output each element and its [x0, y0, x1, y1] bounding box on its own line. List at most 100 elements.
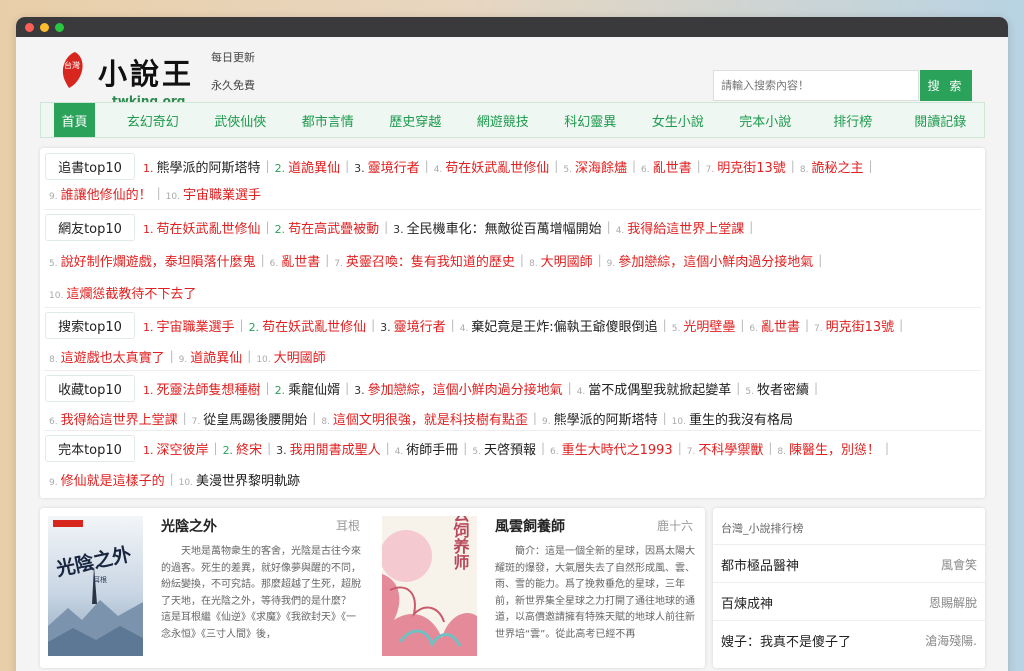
featured-book[interactable]: 光陰之外 耳根 光陰之外 耳根 天地是萬物衆生的客舍，光陰是古往今來的過客。死生… [40, 508, 372, 668]
ranking-entry[interactable]: 10. 美漫世界黎明軌跡 [179, 470, 300, 489]
ranking-title[interactable]: 參加戀綜，這個小鮮肉過分接地氣 [618, 255, 813, 270]
ranking-entry[interactable]: 3. 靈境行者 [380, 316, 446, 335]
ranking-entry[interactable]: 7. 英靈召喚：隻有我知道的歷史 [334, 251, 515, 270]
ranking-entry[interactable]: 3. 我用閒書成聖人 [276, 439, 381, 458]
ranking-entry[interactable]: 1. 宇宙職業選手 [143, 316, 235, 335]
ranking-entry[interactable]: 3. 靈境行者 [354, 157, 420, 176]
ranking-entry[interactable]: 8. 詭秘之主 [800, 157, 864, 176]
ranking-entry[interactable]: 1. 深空彼岸 [143, 439, 209, 458]
ranking-entry[interactable]: 8. 這個文明很強，就是科技樹有點歪 [321, 409, 528, 428]
book-cover[interactable]: 风云饲养师 [382, 516, 477, 656]
nav-item-9[interactable]: 排行榜 [809, 103, 897, 137]
ranking-entry[interactable]: 8. 大明國師 [529, 251, 593, 270]
ranking-entry[interactable]: 9. 參加戀綜，這個小鮮肉過分接地氣 [607, 251, 814, 270]
ranking-entry[interactable]: 8. 陳醫生，別慫！ [777, 439, 880, 458]
ranking-entry[interactable]: 4. 術師手冊 [395, 439, 459, 458]
ranking-entry[interactable]: 10. 大明國師 [256, 347, 325, 366]
ranking-title[interactable]: 這個文明很強，就是科技樹有點歪 [333, 413, 528, 428]
ranking-title[interactable]: 明克街13號 [717, 161, 786, 176]
ranking-title[interactable]: 宇宙職業選手 [183, 188, 261, 203]
ranking-title[interactable]: 說好制作爛遊戲，泰坦隕落什麼鬼 [61, 255, 256, 270]
ranking-title[interactable]: 天啓預報 [484, 443, 536, 458]
ranking-entry[interactable]: 10. 這爛慫截教待不下去了 [49, 283, 196, 302]
ranking-entry[interactable]: 5. 說好制作爛遊戲，泰坦隕落什麼鬼 [49, 251, 256, 270]
ranking-entry[interactable]: 2. 道詭異仙 [275, 157, 341, 176]
ranking-title[interactable]: 修仙就是這樣子的 [61, 474, 165, 489]
ranking-entry[interactable]: 2. 終宋 [223, 439, 263, 458]
ranking-title[interactable]: 棄妃竟是王炸:偏執王爺傻眼倒追 [471, 320, 657, 335]
sidebar-book-name[interactable]: 嫂子：我真不是傻子了 [721, 631, 851, 650]
ranking-entry[interactable]: 10. 重生的我沒有格局 [672, 409, 793, 428]
ranking-title[interactable]: 從皇馬踢後腰開始 [203, 413, 307, 428]
ranking-title[interactable]: 當不成偶聖我就掀起變革 [588, 383, 731, 398]
minimize-window-icon[interactable] [40, 22, 49, 32]
ranking-title[interactable]: 重生大時代之1993 [562, 443, 673, 458]
ranking-entry[interactable]: 7. 明克街13號 [814, 316, 894, 335]
ranking-title[interactable]: 終宋 [236, 443, 262, 458]
ranking-entry[interactable]: 4. 當不成偶聖我就掀起變革 [577, 379, 732, 398]
ranking-label[interactable]: 收藏top10 [45, 374, 135, 402]
ranking-entry[interactable]: 8. 這遊戲也太真實了 [49, 347, 165, 366]
ranking-title[interactable]: 乘龍仙婿 [288, 383, 340, 398]
ranking-title[interactable]: 我得給這世界上堂課 [61, 413, 178, 428]
ranking-title[interactable]: 死靈法師隻想種樹 [157, 383, 261, 398]
ranking-entry[interactable]: 3. 全民機車化：無敵從百萬增幅開始 [393, 218, 602, 237]
ranking-entry[interactable]: 7. 不科學禦獸 [687, 439, 764, 458]
sidebar-list-item[interactable]: 嫂子：我真不是傻子了 滄海殘陽. [713, 622, 985, 658]
ranking-title[interactable]: 深空彼岸 [157, 443, 209, 458]
ranking-entry[interactable]: 7. 明克街13號 [706, 157, 786, 176]
ranking-title[interactable]: 牧者密續 [757, 383, 809, 398]
ranking-label[interactable]: 搜索top10 [45, 311, 135, 339]
ranking-entry[interactable]: 4. 苟在妖武亂世修仙 [434, 157, 550, 176]
ranking-entry[interactable]: 1. 苟在妖武亂世修仙 [143, 218, 261, 237]
ranking-title[interactable]: 道詭異仙 [288, 161, 340, 176]
featured-book[interactable]: 风云饲养师 風雲飼養師 鹿十六 簡介：這是一個全新的星球，因爲太陽大耀斑的爆發，… [373, 508, 705, 668]
ranking-entry[interactable]: 6. 我得給這世界上堂課 [49, 409, 178, 428]
ranking-entry[interactable]: 9. 道詭異仙 [179, 347, 243, 366]
ranking-title[interactable]: 陳醫生，別慫！ [789, 443, 880, 458]
ranking-title[interactable]: 我用閒書成聖人 [290, 443, 381, 458]
ranking-entry[interactable]: 10. 宇宙職業選手 [166, 184, 261, 203]
ranking-title[interactable]: 這遊戲也太真實了 [61, 351, 165, 366]
ranking-entry[interactable]: 9. 修仙就是這樣子的 [49, 470, 165, 489]
ranking-title[interactable]: 大明國師 [274, 351, 326, 366]
ranking-entry[interactable]: 6. 亂世書 [270, 251, 321, 270]
nav-item-7[interactable]: 女生小說 [634, 103, 722, 137]
ranking-title[interactable]: 宇宙職業選手 [157, 320, 235, 335]
book-cover[interactable]: 光陰之外 耳根 [48, 516, 143, 656]
ranking-title[interactable]: 明克街13號 [826, 320, 895, 335]
ranking-entry[interactable]: 6. 重生大時代之1993 [550, 439, 673, 458]
ranking-entry[interactable]: 1. 熊學派的阿斯塔特 [143, 157, 261, 176]
ranking-title[interactable]: 我得給這世界上堂課 [627, 222, 744, 237]
nav-item-8[interactable]: 完本小說 [722, 103, 810, 137]
ranking-title[interactable]: 光明壁壘 [683, 320, 735, 335]
ranking-title[interactable]: 熊學派的阿斯塔特 [554, 413, 658, 428]
nav-item-4[interactable]: 歷史穿越 [372, 103, 460, 137]
ranking-title[interactable]: 這爛慫截教待不下去了 [66, 287, 196, 302]
search-button[interactable]: 搜 索 [920, 70, 972, 101]
ranking-entry[interactable]: 4. 我得給這世界上堂課 [616, 218, 745, 237]
ranking-label[interactable]: 網友top10 [45, 213, 135, 241]
ranking-entry[interactable]: 5. 天啓預報 [472, 439, 536, 458]
nav-item-1[interactable]: 玄幻奇幻 [109, 103, 197, 137]
ranking-title[interactable]: 亂世書 [281, 255, 320, 270]
ranking-label[interactable]: 追書top10 [45, 152, 135, 180]
ranking-entry[interactable]: 3. 參加戀綜，這個小鮮肉過分接地氣 [354, 379, 563, 398]
close-window-icon[interactable] [25, 22, 34, 32]
ranking-title[interactable]: 靈境行者 [368, 161, 420, 176]
ranking-title[interactable]: 詭秘之主 [811, 161, 863, 176]
ranking-entry[interactable]: 6. 亂世書 [641, 157, 692, 176]
ranking-title[interactable]: 深海餘燼 [575, 161, 627, 176]
ranking-title[interactable]: 苟在妖武亂世修仙 [157, 222, 261, 237]
ranking-title[interactable]: 參加戀綜，這個小鮮肉過分接地氣 [368, 383, 563, 398]
ranking-title[interactable]: 大明國師 [541, 255, 593, 270]
ranking-title[interactable]: 重生的我沒有格局 [689, 413, 793, 428]
ranking-entry[interactable]: 4. 棄妃竟是王炸:偏執王爺傻眼倒追 [460, 316, 658, 335]
ranking-title[interactable]: 美漫世界黎明軌跡 [196, 474, 300, 489]
ranking-title[interactable]: 熊學派的阿斯塔特 [157, 161, 261, 176]
ranking-title[interactable]: 不科學禦獸 [698, 443, 763, 458]
ranking-entry[interactable]: 5. 牧者密續 [745, 379, 809, 398]
ranking-title[interactable]: 苟在高武疊被動 [288, 222, 379, 237]
ranking-entry[interactable]: 2. 乘龍仙婿 [275, 379, 341, 398]
ranking-title[interactable]: 苟在妖武亂世修仙 [262, 320, 366, 335]
